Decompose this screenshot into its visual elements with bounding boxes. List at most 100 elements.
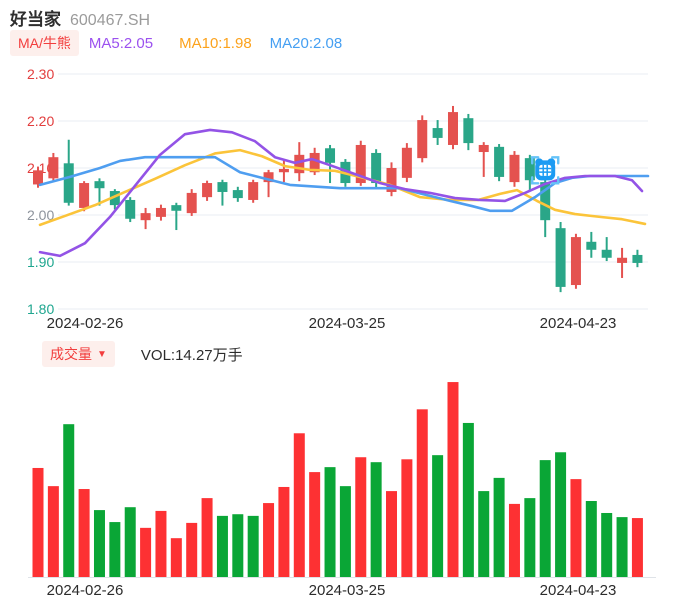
candle-body bbox=[325, 148, 335, 163]
candle-body bbox=[94, 181, 104, 188]
volume-bar bbox=[617, 517, 628, 577]
volume-bar bbox=[570, 479, 581, 577]
volume-bar bbox=[371, 462, 382, 577]
candle-body bbox=[141, 213, 151, 220]
candle-body bbox=[509, 155, 519, 182]
candle-body bbox=[279, 169, 289, 172]
volume-bar bbox=[340, 486, 351, 577]
chart-header: 好当家 600467.SH bbox=[10, 5, 150, 30]
volume-bar bbox=[125, 507, 136, 577]
candle-body bbox=[402, 148, 412, 178]
volume-bar bbox=[494, 478, 505, 577]
candle-body bbox=[433, 128, 443, 138]
volume-bar bbox=[263, 503, 274, 577]
candlestick-chart: 2.302.202.102.001.901.80 bbox=[0, 58, 686, 314]
x-axis-date-label: 2024-04-23 bbox=[540, 315, 617, 332]
y-axis-tick-label: 2.20 bbox=[27, 113, 54, 129]
candle-body bbox=[617, 258, 627, 263]
y-axis-tick-label: 1.90 bbox=[27, 254, 54, 270]
bull-bear-marker-icon[interactable] bbox=[532, 157, 558, 183]
candle-body bbox=[79, 183, 89, 208]
volume-bar bbox=[186, 523, 197, 577]
volume-bar bbox=[401, 459, 412, 577]
volume-bar bbox=[79, 489, 90, 577]
volume-bar bbox=[601, 513, 612, 577]
volume-header: 成交量 ▼ VOL:14.27万手 bbox=[42, 341, 243, 367]
volume-bar bbox=[524, 498, 535, 577]
volume-chart bbox=[0, 372, 686, 580]
stock-chart-page: { "header": { "title": "好当家", "code": "6… bbox=[0, 0, 686, 606]
candle-body bbox=[202, 183, 212, 197]
volume-bar bbox=[355, 457, 366, 577]
volume-bar bbox=[171, 538, 182, 577]
candle-body bbox=[294, 155, 304, 173]
price-chart-x-axis: 2024-02-26 2024-03-25 2024-04-23 bbox=[0, 315, 686, 335]
volume-bar bbox=[417, 409, 428, 577]
ma-legend: MA/牛熊 MA5:2.05 MA10:1.98 MA20:2.08 bbox=[10, 30, 342, 56]
volume-value-label: VOL:14.27万手 bbox=[141, 344, 243, 365]
x-axis-date-label: 2024-03-25 bbox=[309, 582, 386, 599]
x-axis-date-label: 2024-02-26 bbox=[47, 582, 124, 599]
ma-bullbear-toggle[interactable]: MA/牛熊 bbox=[10, 30, 79, 56]
volume-bar bbox=[325, 467, 336, 577]
ma5-line bbox=[40, 130, 642, 256]
candle-body bbox=[463, 118, 473, 143]
candle-body bbox=[571, 237, 581, 285]
candle-body bbox=[171, 205, 181, 211]
candle-body bbox=[187, 193, 197, 213]
candle-body bbox=[602, 250, 612, 258]
dropdown-arrow-icon: ▼ bbox=[97, 349, 107, 360]
candle-body bbox=[217, 182, 227, 192]
y-axis-tick-label: 1.80 bbox=[27, 301, 54, 314]
ma20-legend-value: MA20:2.08 bbox=[270, 35, 343, 52]
bear-muzzle bbox=[539, 165, 551, 176]
volume-bar bbox=[48, 486, 59, 577]
candle-body bbox=[586, 242, 596, 250]
candle-body bbox=[233, 190, 243, 198]
volume-bar bbox=[509, 504, 520, 577]
volume-bar bbox=[278, 487, 289, 577]
volume-bar bbox=[386, 491, 397, 577]
candle-body bbox=[33, 170, 43, 184]
volume-bar bbox=[432, 455, 443, 577]
volume-bar bbox=[586, 501, 597, 577]
candle-body bbox=[125, 200, 135, 219]
volume-bar bbox=[555, 452, 566, 577]
candle-body bbox=[417, 120, 427, 158]
volume-indicator-dropdown[interactable]: 成交量 ▼ bbox=[42, 341, 115, 367]
stock-code: 600467.SH bbox=[70, 12, 150, 30]
volume-badge-label: 成交量 bbox=[50, 344, 92, 364]
candle-body bbox=[448, 112, 458, 145]
volume-bar bbox=[63, 424, 74, 577]
volume-bar bbox=[94, 510, 105, 577]
volume-bar bbox=[155, 511, 166, 577]
volume-bar bbox=[140, 528, 151, 577]
volume-bar bbox=[248, 516, 259, 577]
volume-bar bbox=[294, 433, 305, 577]
volume-bar bbox=[540, 460, 551, 577]
candle-body bbox=[48, 157, 58, 178]
volume-bar bbox=[632, 518, 643, 577]
volume-bar bbox=[33, 468, 44, 577]
y-axis-tick-label: 2.30 bbox=[27, 66, 54, 82]
candle-body bbox=[371, 153, 381, 183]
volume-bar bbox=[232, 514, 243, 577]
candle-body bbox=[156, 208, 166, 217]
ma5-legend-value: MA5:2.05 bbox=[89, 35, 153, 52]
candle-body bbox=[556, 228, 566, 287]
x-axis-date-label: 2024-04-23 bbox=[540, 582, 617, 599]
volume-chart-x-axis: 2024-02-26 2024-03-25 2024-04-23 bbox=[0, 582, 686, 602]
volume-bar bbox=[463, 423, 474, 577]
volume-bar bbox=[202, 498, 213, 577]
stock-name: 好当家 bbox=[10, 5, 61, 30]
volume-bar bbox=[478, 491, 489, 577]
x-axis-date-label: 2024-02-26 bbox=[47, 315, 124, 332]
x-axis-date-label: 2024-03-25 bbox=[309, 315, 386, 332]
candle-body bbox=[479, 145, 489, 152]
candle-body bbox=[494, 147, 504, 177]
volume-bar bbox=[309, 472, 320, 577]
candle-body bbox=[248, 182, 258, 200]
volume-bar bbox=[109, 522, 120, 577]
volume-bar bbox=[447, 382, 458, 577]
volume-bar bbox=[217, 516, 228, 577]
